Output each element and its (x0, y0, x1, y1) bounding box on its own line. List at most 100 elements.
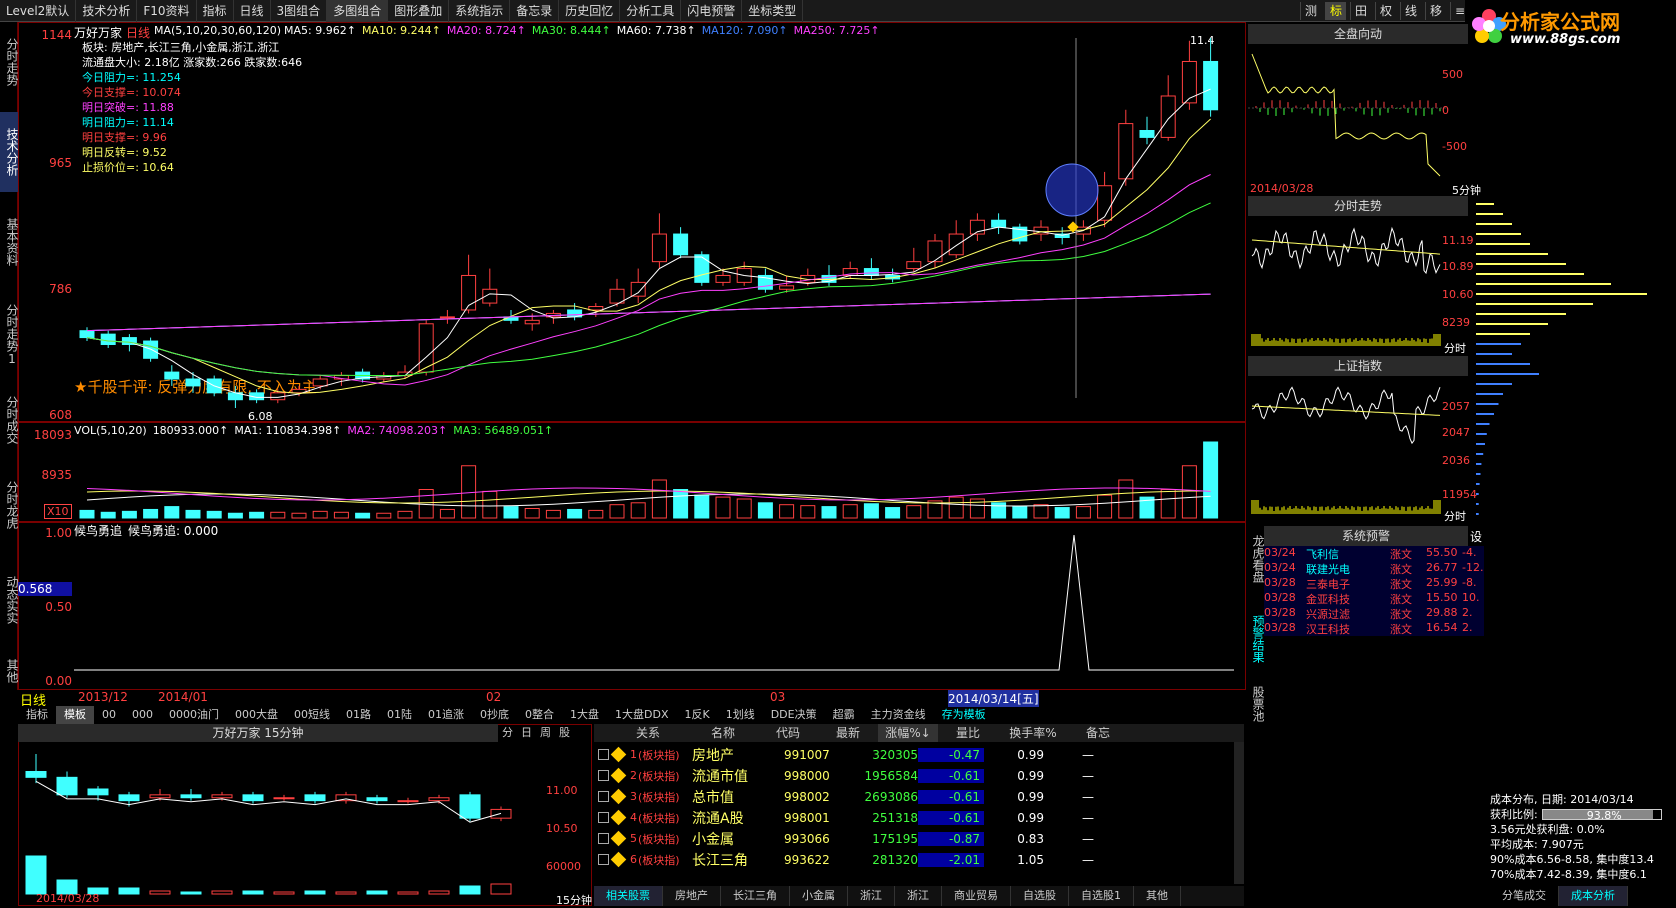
template-tab-5[interactable]: 000大盘 (227, 706, 286, 724)
template-tab-18[interactable]: 主力资金线 (863, 706, 934, 724)
template-tab-13[interactable]: 1大盘DDX (607, 706, 676, 724)
template-tab-8[interactable]: 01陆 (379, 706, 420, 724)
col-header-2[interactable]: 代码 (758, 724, 818, 742)
left-tab-0[interactable]: 分时走势 (0, 22, 19, 102)
mini-tab-0[interactable]: 分 (498, 724, 517, 742)
menu-item-0[interactable]: Level2默认 (0, 0, 77, 22)
stock-tab-5[interactable]: 浙江 (895, 886, 942, 906)
cost-tab-0[interactable]: 分笔成交 (1490, 886, 1559, 906)
toolbar-button-6[interactable]: ≡ (1450, 2, 1469, 20)
toolbar-button-5[interactable]: 移 (1425, 2, 1446, 20)
template-tab-2[interactable]: 00 (94, 706, 124, 724)
template-tab-3[interactable]: 000 (124, 706, 161, 724)
template-tab-1[interactable]: 模板 (56, 706, 94, 724)
left-tab-2[interactable]: 基本资料 (0, 197, 19, 287)
warning-row[interactable]: 03/28 三泰电子 涨文 25.99 -8. (1264, 576, 1484, 591)
index-chart (1251, 386, 1441, 514)
toolbar-button-1[interactable]: 标 (1325, 2, 1347, 20)
table-row[interactable]: 5 (板块指) 小金属 993066 175195 -0.87 0.83 — (594, 828, 1244, 849)
table-row[interactable]: 3 (板块指) 总市值 998002 2693086 -0.61 0.99 — (594, 786, 1244, 807)
mini-tab-2[interactable]: 周 (536, 724, 555, 742)
toolbar-button-0[interactable]: 测 (1300, 2, 1321, 20)
template-tab-12[interactable]: 1大盘 (562, 706, 607, 724)
template-tab-7[interactable]: 01路 (338, 706, 379, 724)
warning-row[interactable]: 03/24 飞利信 涨文 55.50 -4. (1264, 546, 1484, 561)
table-row[interactable]: 1 (板块指) 房地产 991007 320305 -0.47 0.99 — (594, 744, 1244, 765)
template-tab-11[interactable]: 0整合 (517, 706, 562, 724)
template-tab-16[interactable]: DDE决策 (763, 706, 825, 724)
stock-tab-7[interactable]: 自选股 (1011, 886, 1069, 906)
mini-tab-3[interactable]: 股 (555, 724, 574, 742)
select-all-checkbox[interactable] (594, 724, 608, 742)
ma-value-5: MA120: 7.090↑ (701, 24, 788, 37)
candlestick-chart[interactable] (74, 38, 1234, 418)
col-header-4[interactable]: 涨幅%↓ (878, 724, 938, 742)
menu-item-8[interactable]: 系统指示 (449, 0, 511, 22)
stock-tab-8[interactable]: 自选股1 (1069, 886, 1134, 906)
left-tab-1[interactable]: 技术分析 (0, 112, 19, 192)
col-header-3[interactable]: 最新 (818, 724, 878, 742)
left-tab-5[interactable]: 分时龙虎 (0, 462, 19, 547)
stock-tab-0[interactable]: 相关股票 (594, 886, 663, 906)
menu-item-1[interactable]: 技术分析 (76, 0, 138, 22)
stock-tab-6[interactable]: 商业贸易 (942, 886, 1011, 906)
left-tab-6[interactable]: 动态实实 (0, 552, 19, 647)
row-checkbox[interactable] (598, 854, 609, 865)
toolbar-button-2[interactable]: 田 (1350, 2, 1371, 20)
menu-item-3[interactable]: 指标 (197, 0, 234, 22)
stock-tab-3[interactable]: 小金属 (790, 886, 848, 906)
col-header-6[interactable]: 换手率% (998, 724, 1068, 742)
stock-tab-9[interactable]: 其他 (1134, 886, 1181, 906)
stock-tab-2[interactable]: 长江三角 (721, 886, 790, 906)
stock-tab-4[interactable]: 浙江 (848, 886, 895, 906)
table-row[interactable]: 4 (板块指) 流通A股 998001 251318 -0.61 0.99 — (594, 807, 1244, 828)
warning-row[interactable]: 03/28 兴源过滤 涨文 29.88 2. (1264, 606, 1484, 621)
row-checkbox[interactable] (598, 770, 609, 781)
warning-row[interactable]: 03/28 金亚科技 涨文 15.50 10. (1264, 591, 1484, 606)
stock-tab-1[interactable]: 房地产 (663, 886, 721, 906)
col-header-7[interactable]: 备忘 (1068, 724, 1128, 742)
template-tab-19[interactable]: 存为模板 (934, 706, 994, 724)
left-tab-4[interactable]: 分时成交 (0, 382, 19, 457)
menu-item-13[interactable]: 坐标类型 (742, 0, 804, 22)
left-tab-3[interactable]: 分时走势1 (0, 292, 19, 377)
menu-item-9[interactable]: 备忘录 (510, 0, 560, 22)
col-header-0[interactable]: 关系 (608, 724, 688, 742)
right-side-tab-2[interactable]: 股票池 (1248, 684, 1265, 724)
mini-tab-1[interactable]: 日 (517, 724, 536, 742)
menu-item-2[interactable]: F10资料 (137, 0, 197, 22)
template-tab-6[interactable]: 00短线 (286, 706, 338, 724)
template-tab-0[interactable]: 指标 (18, 706, 56, 724)
menu-item-12[interactable]: 闪电预警 (681, 0, 743, 22)
menu-item-5[interactable]: 3图组合 (271, 0, 328, 22)
left-tab-7[interactable]: 其他 (0, 652, 19, 690)
toolbar-button-4[interactable]: 线 (1400, 2, 1421, 20)
right-side-tab-1[interactable]: 预警结果 (1248, 604, 1265, 674)
warning-row[interactable]: 03/24 联建光电 涨文 26.77 -12. (1264, 561, 1484, 576)
menu-item-7[interactable]: 图形叠加 (388, 0, 450, 22)
template-tab-4[interactable]: 0000油门 (161, 706, 227, 724)
row-checkbox[interactable] (598, 749, 609, 760)
row-checkbox[interactable] (598, 833, 609, 844)
table-scrollbar[interactable] (1234, 742, 1244, 884)
menu-item-6[interactable]: 多图组合 (327, 0, 389, 22)
row-volratio: 0.83 (1017, 831, 1044, 846)
menu-item-10[interactable]: 历史回忆 (559, 0, 621, 22)
col-header-5[interactable]: 量比 (938, 724, 998, 742)
template-tab-9[interactable]: 01追涨 (420, 706, 472, 724)
row-checkbox[interactable] (598, 791, 609, 802)
menu-item-11[interactable]: 分析工具 (620, 0, 682, 22)
template-tab-17[interactable]: 超霸 (825, 706, 863, 724)
toolbar-button-3[interactable]: 权 (1375, 2, 1396, 20)
table-row[interactable]: 2 (板块指) 流通市值 998000 1956584 -0.61 0.99 — (594, 765, 1244, 786)
template-tab-14[interactable]: 1反K (676, 706, 717, 724)
warning-row[interactable]: 03/28 汉王科技 涨文 16.54 2. (1264, 621, 1484, 636)
col-header-1[interactable]: 名称 (688, 724, 758, 742)
row-checkbox[interactable] (598, 812, 609, 823)
template-tab-15[interactable]: 1划线 (718, 706, 763, 724)
menu-item-4[interactable]: 日线 (234, 0, 271, 22)
right-side-tab-0[interactable]: 龙虎看盘 (1248, 526, 1265, 592)
cost-tab-1[interactable]: 成本分析 (1559, 886, 1628, 906)
template-tab-10[interactable]: 0抄底 (472, 706, 517, 724)
table-row[interactable]: 6 (板块指) 长江三角 993622 281320 -2.01 1.05 — (594, 849, 1244, 870)
